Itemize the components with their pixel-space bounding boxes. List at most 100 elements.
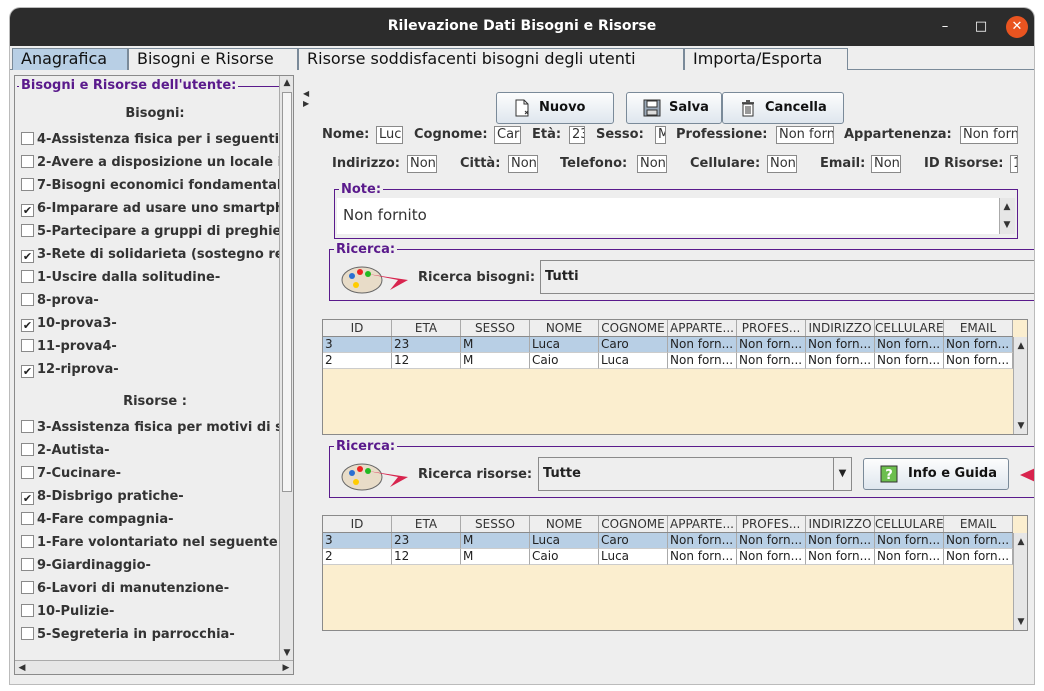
checkbox-item[interactable]: 8-prova- — [21, 291, 291, 311]
table-row[interactable]: 3 23 M Luca Caro Non forn... Non forn... Non fo… — [323, 533, 1013, 549]
checked-checkbox-icon[interactable]: ✔ — [21, 365, 34, 378]
cancella-button[interactable]: Cancella — [722, 92, 844, 124]
checkbox-item[interactable]: 6-Lavori di manutenzione- — [21, 579, 291, 599]
column-header[interactable]: NOME — [530, 320, 599, 336]
minimize-button[interactable]: – — [934, 16, 956, 38]
column-header[interactable]: INDIRIZZO — [806, 320, 875, 336]
column-header[interactable]: ID — [323, 516, 392, 532]
note-scroll-down-icon[interactable]: ▼ — [1000, 218, 1014, 232]
checkbox-item[interactable]: 7-Cucinare- — [21, 464, 291, 484]
checkbox-item[interactable]: 1-Fare volontariato nel seguente ... — [21, 533, 291, 553]
telefono-field[interactable]: Non — [637, 155, 667, 173]
ricerca-risorse-combo[interactable]: Tutte ▼ — [538, 457, 852, 491]
checkbox-item[interactable]: ✔ 8-Disbrigo pratiche- — [21, 487, 291, 507]
cellulare-field[interactable]: Non — [767, 155, 797, 173]
checkbox-icon[interactable] — [21, 604, 34, 617]
checkbox-icon[interactable] — [21, 293, 34, 306]
checkbox-item[interactable]: 11-prova4- — [21, 337, 291, 357]
column-header[interactable]: COGNOME — [599, 320, 668, 336]
checked-checkbox-icon[interactable]: ✔ — [21, 492, 34, 505]
checkbox-icon[interactable] — [21, 535, 34, 548]
scroll-down-arrow-icon[interactable]: ▼ — [280, 646, 293, 660]
scroll-right-arrow-icon[interactable]: ▶ — [279, 661, 293, 674]
column-header[interactable]: CELLULARE — [875, 516, 944, 532]
tab-anagrafica[interactable]: Anagrafica — [12, 48, 128, 70]
table-scroll-down-icon[interactable]: ▼ — [1014, 615, 1027, 629]
checkbox-icon[interactable] — [21, 178, 34, 191]
column-header[interactable]: APPARTE... — [668, 516, 737, 532]
checkbox-item[interactable]: 5-Partecipare a gruppi di preghiera-... — [21, 222, 291, 242]
professione-field[interactable]: Non forn — [776, 126, 834, 144]
tab-risorse-soddisfacenti[interactable]: Risorse soddisfacenti bisogni degli uten… — [298, 48, 684, 70]
checkbox-icon[interactable] — [21, 466, 34, 479]
checkbox-icon[interactable] — [21, 627, 34, 640]
column-header[interactable]: EMAIL — [944, 320, 1013, 336]
column-header[interactable]: APPARTE... — [668, 320, 737, 336]
checked-checkbox-icon[interactable]: ✔ — [21, 319, 34, 332]
checkbox-item[interactable]: 3-Assistenza fisica per motivi di sal... — [21, 418, 291, 438]
table-scroll-up-icon[interactable]: ▲ — [1014, 535, 1027, 549]
column-header[interactable]: SESSO — [461, 320, 530, 336]
column-header[interactable]: ETA — [392, 516, 461, 532]
checked-checkbox-icon[interactable]: ✔ — [21, 250, 34, 263]
cognome-field[interactable]: Car — [494, 126, 521, 144]
table-vertical-scrollbar[interactable]: ▲ ▼ — [1013, 337, 1027, 434]
checkbox-icon[interactable] — [21, 443, 34, 456]
appartenenza-field[interactable]: Non forn — [960, 126, 1018, 144]
column-header[interactable]: ETA — [392, 320, 461, 336]
column-header[interactable]: PROFES... — [737, 320, 806, 336]
salva-button[interactable]: Salva — [626, 92, 722, 124]
tab-importa-esporta[interactable]: Importa/Esporta — [684, 48, 848, 70]
checkbox-item[interactable]: ✔ 10-prova3- — [21, 314, 291, 334]
scroll-thumb[interactable] — [282, 92, 292, 492]
citta-field[interactable]: Non — [508, 155, 538, 173]
checkbox-icon[interactable] — [21, 224, 34, 237]
table-row[interactable]: 2 12 M Caio Luca Non forn... Non forn... Non fo… — [323, 353, 1013, 369]
checkbox-item[interactable]: ✔ 12-riprova- — [21, 360, 291, 380]
column-header[interactable]: SESSO — [461, 516, 530, 532]
checkbox-item[interactable]: 2-Avere a disposizione un locale in... — [21, 153, 291, 173]
checkbox-icon[interactable] — [21, 270, 34, 283]
scroll-up-arrow-icon[interactable]: ▲ — [280, 76, 293, 90]
left-vertical-scrollbar[interactable]: ▲ ▼ — [279, 76, 293, 660]
note-textarea[interactable]: Non fornito — [337, 198, 999, 234]
checkbox-item[interactable]: 2-Autista- — [21, 441, 291, 461]
checked-checkbox-icon[interactable]: ✔ — [21, 204, 34, 217]
column-header[interactable]: CELLULARE — [875, 320, 944, 336]
checkbox-item[interactable]: ✔ 6-Imparare ad usare uno smartpho... — [21, 199, 291, 219]
split-divider[interactable]: ◀ ▶ — [300, 75, 318, 675]
checkbox-item[interactable]: 1-Uscire dalla solitudine- — [21, 268, 291, 288]
checkbox-item[interactable]: ✔ 3-Rete di solidarieta (sostegno rec... — [21, 245, 291, 265]
checkbox-icon[interactable] — [21, 339, 34, 352]
table-row[interactable]: 2 12 M Caio Luca Non forn... Non forn... Non fo… — [323, 549, 1013, 565]
chevron-down-icon[interactable]: ▼ — [833, 458, 851, 490]
checkbox-icon[interactable] — [21, 155, 34, 168]
ricerca-bisogni-combo[interactable]: Tutti — [540, 260, 1034, 294]
column-header[interactable]: INDIRIZZO — [806, 516, 875, 532]
checkbox-icon[interactable] — [21, 420, 34, 433]
note-scrollbar[interactable]: ▲ ▼ — [999, 198, 1015, 234]
checkbox-item[interactable]: 5-Segreteria in parrocchia- — [21, 625, 291, 645]
checkbox-item[interactable]: 10-Pulizie- — [21, 602, 291, 622]
column-header[interactable]: EMAIL — [944, 516, 1013, 532]
split-left-arrow-icon[interactable]: ◀ — [303, 89, 309, 98]
checkbox-icon[interactable] — [21, 512, 34, 525]
checkbox-item[interactable]: 9-Giardinaggio- — [21, 556, 291, 576]
close-button[interactable]: ✕ — [1006, 16, 1028, 38]
checkbox-icon[interactable] — [21, 132, 34, 145]
note-scroll-up-icon[interactable]: ▲ — [1000, 200, 1014, 214]
tab-bisogni-risorse[interactable]: Bisogni e Risorse — [128, 48, 298, 70]
indirizzo-field[interactable]: Non — [407, 155, 437, 173]
maximize-button[interactable]: □ — [970, 16, 992, 38]
nuovo-button[interactable]: Nuovo — [496, 92, 614, 124]
column-header[interactable]: ID — [323, 320, 392, 336]
scroll-left-arrow-icon[interactable]: ◀ — [15, 661, 29, 674]
column-header[interactable]: COGNOME — [599, 516, 668, 532]
column-header[interactable]: NOME — [530, 516, 599, 532]
eta-field[interactable]: 23 — [569, 126, 585, 144]
email-field[interactable]: Non — [871, 155, 901, 173]
nome-field[interactable]: Luc — [376, 126, 403, 144]
checkbox-icon[interactable] — [21, 558, 34, 571]
info-guida-button[interactable]: ? Info e Guida — [863, 458, 1009, 490]
checkbox-item[interactable]: 4-Fare compagnia- — [21, 510, 291, 530]
